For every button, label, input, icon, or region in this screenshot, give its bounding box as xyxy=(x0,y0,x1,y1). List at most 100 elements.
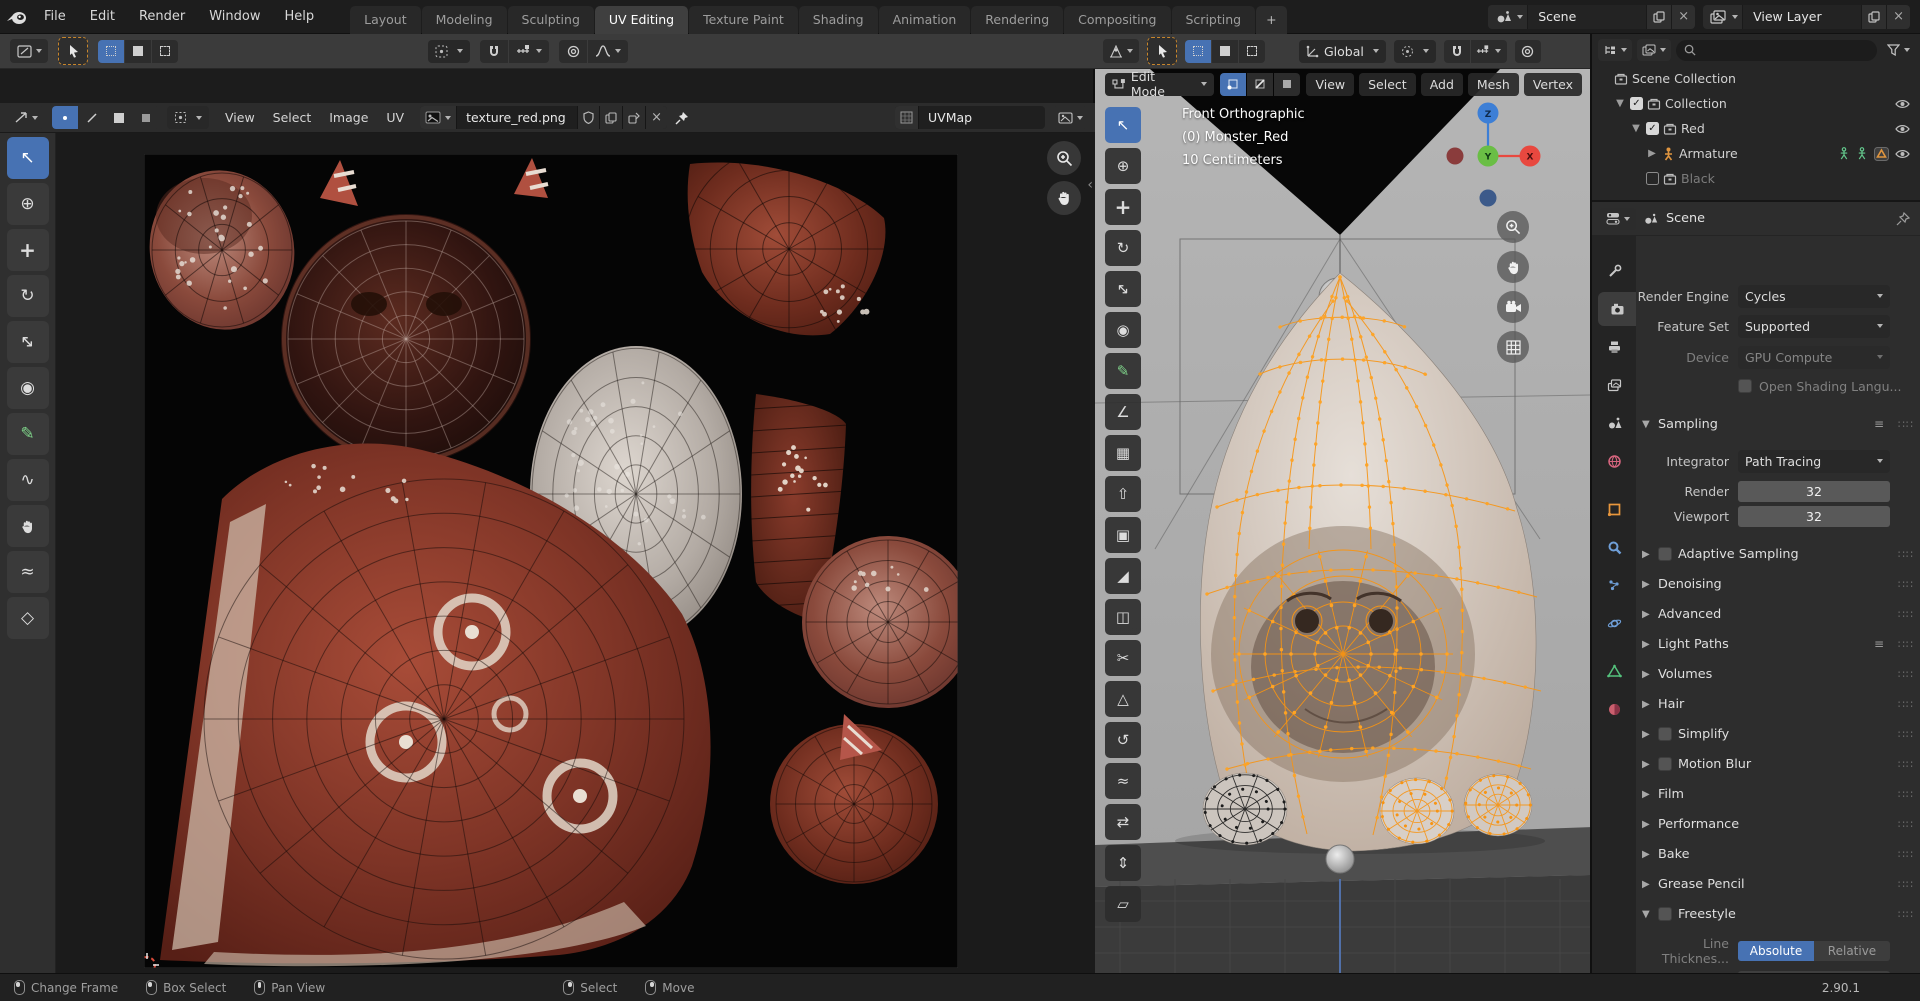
proportional-falloff-dropdown[interactable] xyxy=(588,39,628,63)
outliner-display-mode-dropdown[interactable] xyxy=(1598,39,1632,61)
drag-dots-icon[interactable]: ∷∷ xyxy=(1898,698,1914,711)
scale-tool-button[interactable]: ↔ xyxy=(6,321,49,363)
preset-list-icon[interactable]: ≡ xyxy=(1874,637,1884,651)
thickness-mode-relative[interactable]: Relative xyxy=(1814,941,1890,961)
mesh-select-mode-tiles[interactable] xyxy=(1220,72,1301,96)
eye-icon[interactable] xyxy=(1895,123,1910,135)
transform-orientation-dropdown[interactable]: Global xyxy=(1299,39,1386,63)
panel-checkbox[interactable] xyxy=(1658,757,1672,771)
uv-map-selector[interactable]: UVMap xyxy=(895,106,1045,129)
pin-icon[interactable] xyxy=(675,111,689,125)
editor-type-dropdown[interactable] xyxy=(10,39,48,63)
vp-proportional-toggle[interactable] xyxy=(1514,39,1541,63)
blender-logo-icon[interactable] xyxy=(0,8,34,26)
relax-tool-button[interactable]: ≈ xyxy=(6,551,49,593)
vp-select-set[interactable] xyxy=(1185,39,1211,63)
uv-face-select-tile[interactable] xyxy=(106,106,132,129)
vertex-mode-tile[interactable] xyxy=(1220,72,1247,96)
pinch-tool-button[interactable]: ◇ xyxy=(6,597,49,639)
vp-select-subtract[interactable] xyxy=(1239,39,1265,63)
panel-film[interactable]: ▶ Film ∷∷ xyxy=(1642,782,1914,806)
scale-tool-button[interactable]: ↔ xyxy=(1105,271,1141,307)
tab-modeling[interactable]: Modeling xyxy=(421,5,507,34)
outliner-filter-dropdown[interactable] xyxy=(1882,39,1914,61)
vp-pivot-dropdown[interactable] xyxy=(1393,39,1436,63)
annotate-tool-button[interactable]: ✎ xyxy=(6,413,49,455)
inset-faces-tool-button[interactable]: ▣ xyxy=(1105,517,1141,553)
select-mode-buttons[interactable] xyxy=(98,39,178,63)
panel-simplify[interactable]: ▶ Simplify ∷∷ xyxy=(1642,722,1914,746)
uv-menu-select[interactable]: Select xyxy=(265,107,320,128)
drag-dots-icon[interactable]: ∷∷ xyxy=(1898,638,1914,651)
drag-dots-icon[interactable]: ∷∷ xyxy=(1898,608,1914,621)
menu-render[interactable]: Render xyxy=(129,5,195,28)
scene-copy-button[interactable] xyxy=(1646,4,1672,29)
uv-edge-select-tile[interactable] xyxy=(79,106,105,129)
integrator-dropdown[interactable]: Path Tracing xyxy=(1738,449,1890,473)
mode-dropdown[interactable]: Edit Mode xyxy=(1105,69,1215,99)
loop-cut-tool-button[interactable]: ◫ xyxy=(1105,599,1141,635)
scene-unlink-button[interactable]: × xyxy=(1671,4,1696,29)
tab-scripting[interactable]: Scripting xyxy=(1171,5,1256,34)
proportional-editing-toggle[interactable] xyxy=(559,39,587,63)
outliner-item-armature[interactable]: ▶ Armature xyxy=(1598,141,1920,166)
properties-tab-render[interactable] xyxy=(1598,292,1636,326)
pin-icon[interactable] xyxy=(1896,211,1910,226)
select-extend-button[interactable] xyxy=(125,39,151,63)
scene-icon[interactable] xyxy=(1488,4,1529,29)
device-dropdown[interactable]: GPU Compute xyxy=(1738,345,1890,369)
smooth-tool-button[interactable]: ≈ xyxy=(1105,763,1141,799)
collection-checkbox[interactable]: ✓ xyxy=(1646,122,1659,135)
properties-tab-world[interactable] xyxy=(1592,444,1636,478)
outliner-item-red[interactable]: ▼ ✓ Red xyxy=(1598,116,1920,141)
line-thickness-mode-segmented[interactable]: Absolute Relative xyxy=(1738,941,1890,961)
panel-performance[interactable]: ▶ Performance ∷∷ xyxy=(1642,812,1914,836)
menu-window[interactable]: Window xyxy=(199,5,270,28)
properties-tab-tool[interactable] xyxy=(1592,254,1636,288)
outliner-search-input[interactable] xyxy=(1676,39,1877,61)
outliner-item-black[interactable]: Black xyxy=(1598,166,1920,191)
image-display-options[interactable] xyxy=(1053,106,1087,129)
panel-light-paths[interactable]: ▶ Light Paths ≡ ∷∷ xyxy=(1642,632,1914,656)
scene-name[interactable]: Scene xyxy=(1528,9,1646,24)
tribadge-badge-icon[interactable] xyxy=(1874,146,1889,161)
shear-tool-button[interactable]: ▱ xyxy=(1105,886,1141,922)
uv-menu-view[interactable]: View xyxy=(217,107,263,128)
vp-menu-select[interactable]: Select xyxy=(1359,72,1416,96)
uv-menu-uv[interactable]: UV xyxy=(378,107,412,128)
panel-grease-pencil[interactable]: ▶ Grease Pencil ∷∷ xyxy=(1642,872,1914,896)
new-image-button[interactable] xyxy=(599,106,623,129)
move-tool-button[interactable]: + xyxy=(1105,189,1141,225)
properties-tab-scene[interactable] xyxy=(1592,406,1636,440)
uv-island-select-tile[interactable] xyxy=(133,106,159,129)
properties-tab-physics[interactable] xyxy=(1592,606,1636,640)
uv-menu-image[interactable]: Image xyxy=(321,107,376,128)
vp-zoom-button[interactable] xyxy=(1497,211,1529,243)
collection-checkbox[interactable] xyxy=(1646,172,1659,185)
fig-badge-icon[interactable] xyxy=(1856,147,1868,160)
viewport-3d[interactable]: Edit Mode View Select Add Mesh Vertex ↖ ⊕ + ↻ ↔ ◉… xyxy=(1095,69,1590,973)
uv-editor-type-dropdown[interactable] xyxy=(8,106,44,129)
uv-zoom-button[interactable] xyxy=(1047,141,1081,175)
annotate-tool-button[interactable]: ✎ xyxy=(1105,353,1141,389)
rotate-tool-button[interactable]: ↻ xyxy=(1105,230,1141,266)
uv-sticky-select-dropdown[interactable] xyxy=(167,106,209,129)
uv-vertex-select-tile[interactable] xyxy=(52,106,78,129)
transform-tool-button[interactable]: ◉ xyxy=(6,367,49,409)
drag-dots-icon[interactable]: ∷∷ xyxy=(1898,878,1914,891)
grab-tool-button[interactable] xyxy=(6,505,49,547)
smear-tool-button[interactable]: ∿ xyxy=(6,459,49,501)
outliner-item-collection[interactable]: ▼ ✓ Collection xyxy=(1598,91,1920,116)
measure-tool-button[interactable]: ∠ xyxy=(1105,394,1141,430)
panel-checkbox[interactable] xyxy=(1658,727,1672,741)
tab-texture-paint[interactable]: Texture Paint xyxy=(689,5,798,34)
uv-map-name[interactable]: UVMap xyxy=(919,110,1045,125)
scene-selector[interactable]: Scene × xyxy=(1488,4,1696,29)
panel-adaptive-sampling[interactable]: ▶ Adaptive Sampling ∷∷ xyxy=(1642,542,1914,566)
view-layer-copy-button[interactable] xyxy=(1861,4,1887,29)
uv-canvas[interactable] xyxy=(144,154,958,968)
thickness-mode-absolute[interactable]: Absolute xyxy=(1738,941,1814,961)
vp-menu-mesh[interactable]: Mesh xyxy=(1467,72,1519,96)
vp-menu-add[interactable]: Add xyxy=(1420,72,1463,96)
select-subtract-button[interactable] xyxy=(152,39,178,63)
